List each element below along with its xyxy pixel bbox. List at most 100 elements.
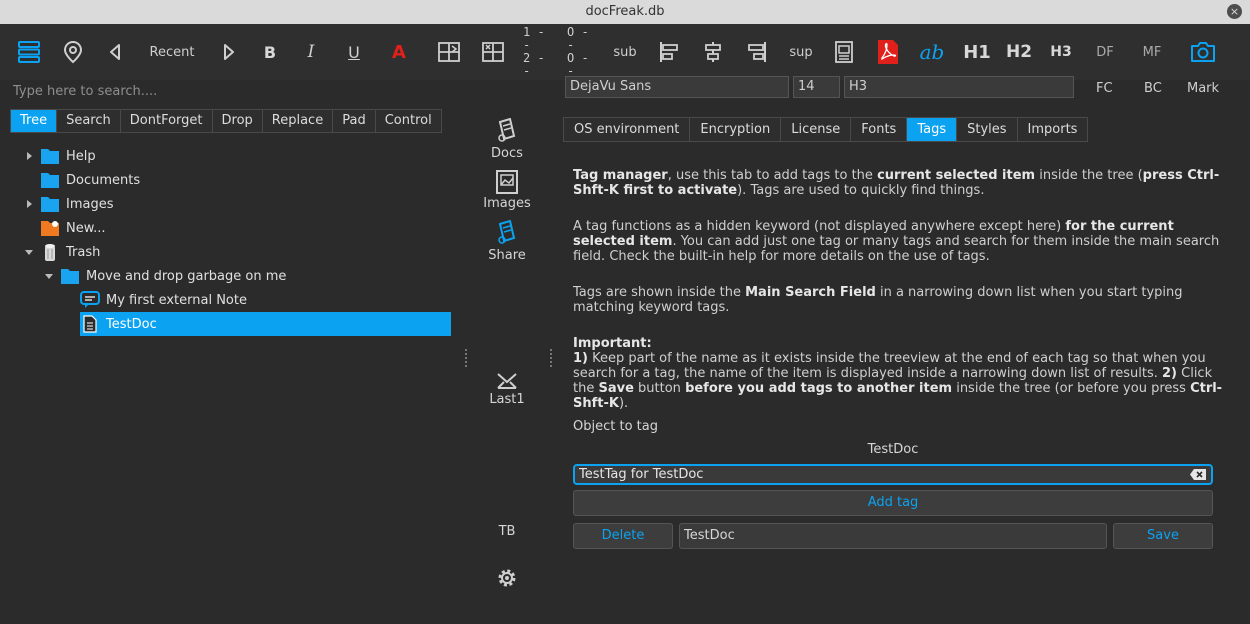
tab-tags[interactable]: Tags	[907, 118, 958, 141]
object-name: TestDoc	[867, 442, 919, 457]
font-size-field[interactable]: 14	[793, 76, 840, 98]
monospace-font-button[interactable]: MF	[1138, 37, 1166, 67]
share-button[interactable]: Share	[470, 220, 544, 263]
insert-image-icon[interactable]	[831, 37, 857, 67]
docs-button[interactable]: Docs	[470, 118, 544, 161]
share-label: Share	[488, 248, 526, 263]
camera-icon[interactable]	[1188, 37, 1218, 67]
font-color-picker-button[interactable]: FC	[1096, 81, 1113, 96]
tag-input[interactable]	[573, 464, 1213, 485]
tab-search[interactable]: Search	[57, 110, 121, 132]
images-button[interactable]: Images	[470, 170, 544, 211]
help-text: , use this tab to add tags to the	[667, 168, 878, 183]
tree-item-label: TestDoc	[106, 316, 157, 332]
folder-icon	[41, 173, 59, 188]
tab-styles[interactable]: Styles	[957, 118, 1018, 141]
tab-pad[interactable]: Pad	[333, 110, 376, 132]
tree-item-new[interactable]: New...	[40, 216, 106, 240]
tree-item-images[interactable]: Images	[24, 192, 114, 216]
window-title: docFreak.db	[585, 4, 665, 19]
paragraph-style-field[interactable]: H3	[844, 76, 1074, 98]
tree-item-label: Documents	[66, 172, 141, 188]
tree-item-trash[interactable]: Trash	[24, 240, 100, 264]
heading-2-button[interactable]: H2	[1003, 37, 1035, 67]
default-font-button[interactable]: DF	[1092, 37, 1118, 67]
subscript-button[interactable]: sub	[610, 37, 640, 67]
delete-tag-button[interactable]: Delete	[573, 523, 673, 549]
last1-button[interactable]: Last1	[470, 372, 544, 407]
help-text: before you add tags to another item	[685, 381, 953, 396]
collapse-arrow-icon[interactable]	[24, 247, 34, 257]
align-center-icon[interactable]	[701, 37, 725, 67]
pdf-export-icon[interactable]	[875, 37, 901, 67]
help-text: Keep part of the name as it exists insid…	[573, 351, 1206, 381]
note-bubble-icon	[80, 291, 100, 308]
tab-tree[interactable]: Tree	[11, 110, 58, 132]
italic-button[interactable]: I	[300, 37, 322, 67]
docs-label: Docs	[491, 146, 523, 161]
tab-encryption[interactable]: Encryption	[690, 118, 782, 141]
expand-arrow-icon[interactable]	[24, 199, 34, 209]
tab-fonts[interactable]: Fonts	[851, 118, 908, 141]
tree-item-documents[interactable]: Documents	[40, 168, 140, 192]
selected-tag-field[interactable]: TestDoc	[679, 523, 1107, 549]
docs-icon	[498, 118, 516, 142]
right-splitter-handle[interactable]	[550, 349, 552, 367]
tab-dontforget[interactable]: DontForget	[120, 110, 213, 132]
last1-label: Last1	[489, 392, 525, 407]
left-splitter-handle[interactable]	[465, 349, 467, 367]
font-family-field[interactable]: DejaVu Sans	[565, 76, 789, 98]
save-tags-button[interactable]: Save	[1113, 523, 1213, 549]
tab-replace[interactable]: Replace	[262, 110, 334, 132]
tree-item-label: Help	[66, 148, 96, 164]
table-split-icon[interactable]	[481, 37, 505, 67]
tree-item-label: Move and drop garbage on me	[86, 268, 287, 284]
font-color-button[interactable]: A	[386, 37, 412, 67]
align-right-icon[interactable]	[745, 37, 769, 67]
settings-button[interactable]	[470, 567, 544, 591]
tab-drop[interactable]: Drop	[212, 110, 263, 132]
numbered-list-button[interactable]: 1 -- 2 --	[523, 26, 551, 78]
tab-control[interactable]: Control	[375, 110, 441, 132]
recent-button[interactable]: Recent	[142, 37, 202, 67]
clear-input-icon[interactable]	[1189, 468, 1207, 481]
superscript-button[interactable]: sup	[786, 37, 816, 67]
settings-tabs: OS environment Encryption License Fonts …	[563, 117, 1089, 142]
tree-item-external-note[interactable]: My first external Note	[80, 288, 247, 312]
spellcheck-button[interactable]: ab	[916, 37, 948, 67]
forward-arrow-icon[interactable]	[218, 37, 240, 67]
tab-imports[interactable]: Imports	[1017, 118, 1088, 141]
table-merge-icon[interactable]	[437, 37, 461, 67]
underline-button[interactable]: U	[343, 37, 365, 67]
tab-license[interactable]: License	[781, 118, 852, 141]
tab-os-environment[interactable]: OS environment	[564, 118, 691, 141]
bullet-list-button[interactable]: O -- O --	[567, 26, 595, 78]
collapse-arrow-icon[interactable]	[44, 271, 54, 281]
main-toolbar: Recent B I U A 1 -- 2 -- O -- O -- sub s…	[0, 24, 1250, 80]
help-text: inside the tree (or before you press	[952, 381, 1191, 396]
help-text: Tag manager	[573, 168, 668, 183]
tree-item-testdoc[interactable]: TestDoc	[80, 312, 451, 336]
location-pin-icon[interactable]	[60, 37, 86, 67]
new-folder-icon	[41, 221, 59, 236]
main-search-input[interactable]	[8, 80, 448, 102]
background-color-picker-button[interactable]: BC	[1144, 81, 1162, 96]
tree-item-help[interactable]: Help	[24, 144, 96, 168]
folder-icon	[41, 197, 59, 212]
back-arrow-icon[interactable]	[104, 37, 126, 67]
database-icon[interactable]	[14, 37, 44, 67]
window-close-button[interactable]: ×	[1227, 4, 1242, 19]
tb-button[interactable]: TB	[470, 524, 544, 539]
help-text: Important:	[573, 336, 652, 351]
bold-button[interactable]: B	[258, 37, 282, 67]
folder-icon	[61, 269, 79, 284]
add-tag-button[interactable]: Add tag	[573, 490, 1213, 516]
tree-item-move-garbage[interactable]: Move and drop garbage on me	[44, 264, 286, 288]
bullet-list-line-1: O --	[567, 25, 589, 52]
numbered-list-line-2: 2 --	[523, 51, 545, 78]
expand-arrow-icon[interactable]	[24, 151, 34, 161]
mark-button[interactable]: Mark	[1187, 81, 1219, 96]
heading-3-button[interactable]: H3	[1047, 37, 1075, 67]
align-left-icon[interactable]	[657, 37, 681, 67]
heading-1-button[interactable]: H1	[961, 37, 993, 67]
